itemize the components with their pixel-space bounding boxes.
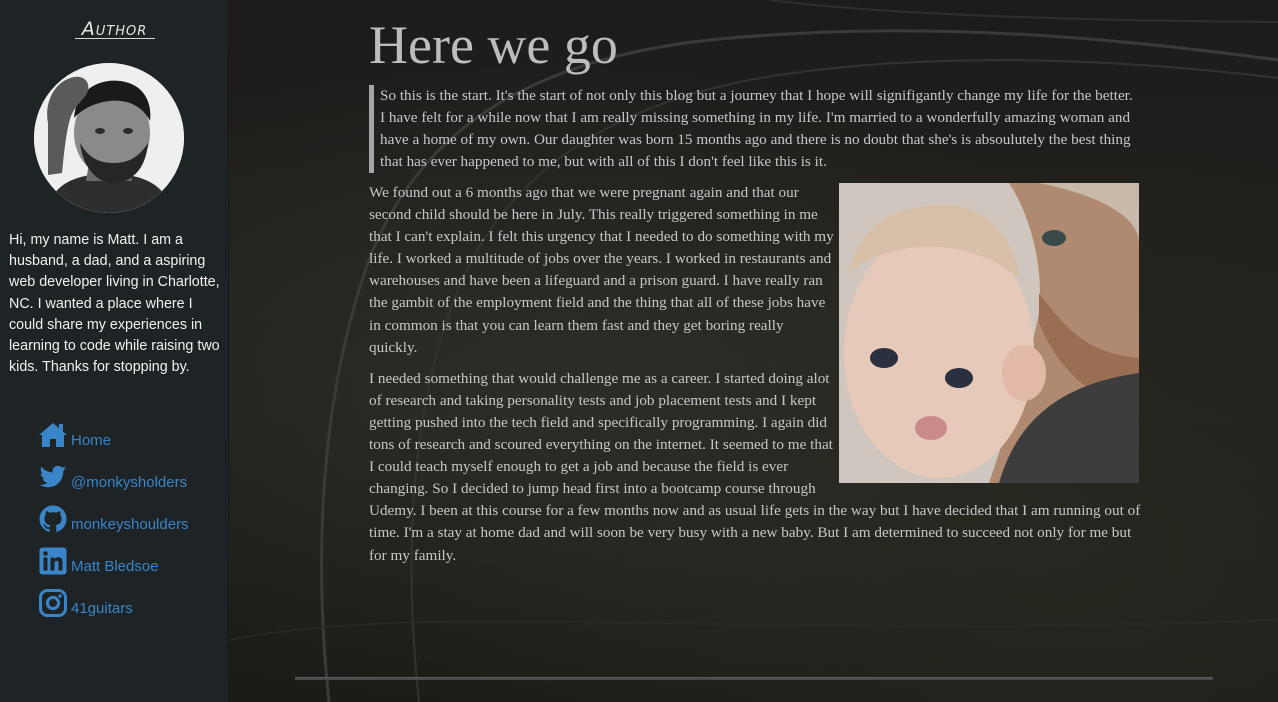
post-intro-quote: So this is the start. It's the start of … xyxy=(369,85,1139,173)
nav-linkedin-label: Matt Bledsoe xyxy=(71,558,159,575)
social-nav: Home @monkysholders monkeyshoulders Matt… xyxy=(38,408,189,618)
home-icon xyxy=(39,423,67,447)
author-sidebar: Author Hi, my name is Matt. I am a husba… xyxy=(0,0,229,702)
author-bio: Hi, my name is Matt. I am a husband, a d… xyxy=(9,232,220,376)
footer-divider xyxy=(295,677,1213,680)
post-body: We found out a 6 months ago that we were… xyxy=(369,182,1141,576)
twitter-icon xyxy=(39,465,66,488)
post-title: Here we go xyxy=(369,15,618,75)
instagram-icon xyxy=(39,589,67,617)
nav-twitter-label: @monkysholders xyxy=(71,474,188,491)
github-icon xyxy=(39,505,67,532)
nav-github-label: monkeyshoulders xyxy=(71,516,189,533)
post-main: Here we go So this is the start. It's th… xyxy=(229,0,1278,702)
linkedin-icon xyxy=(39,547,67,575)
nav-linkedin[interactable]: Matt Bledsoe xyxy=(38,534,189,576)
sidebar-title: Author xyxy=(0,18,229,40)
nav-home[interactable]: Home xyxy=(38,408,189,450)
nav-home-label: Home xyxy=(71,432,112,449)
nav-twitter[interactable]: @monkysholders xyxy=(38,450,189,492)
nav-instagram[interactable]: 41guitars xyxy=(38,576,189,618)
nav-instagram-label: 41guitars xyxy=(71,600,133,617)
post-photo xyxy=(839,183,1139,483)
nav-github[interactable]: monkeyshoulders xyxy=(38,492,189,534)
author-avatar xyxy=(34,63,184,213)
